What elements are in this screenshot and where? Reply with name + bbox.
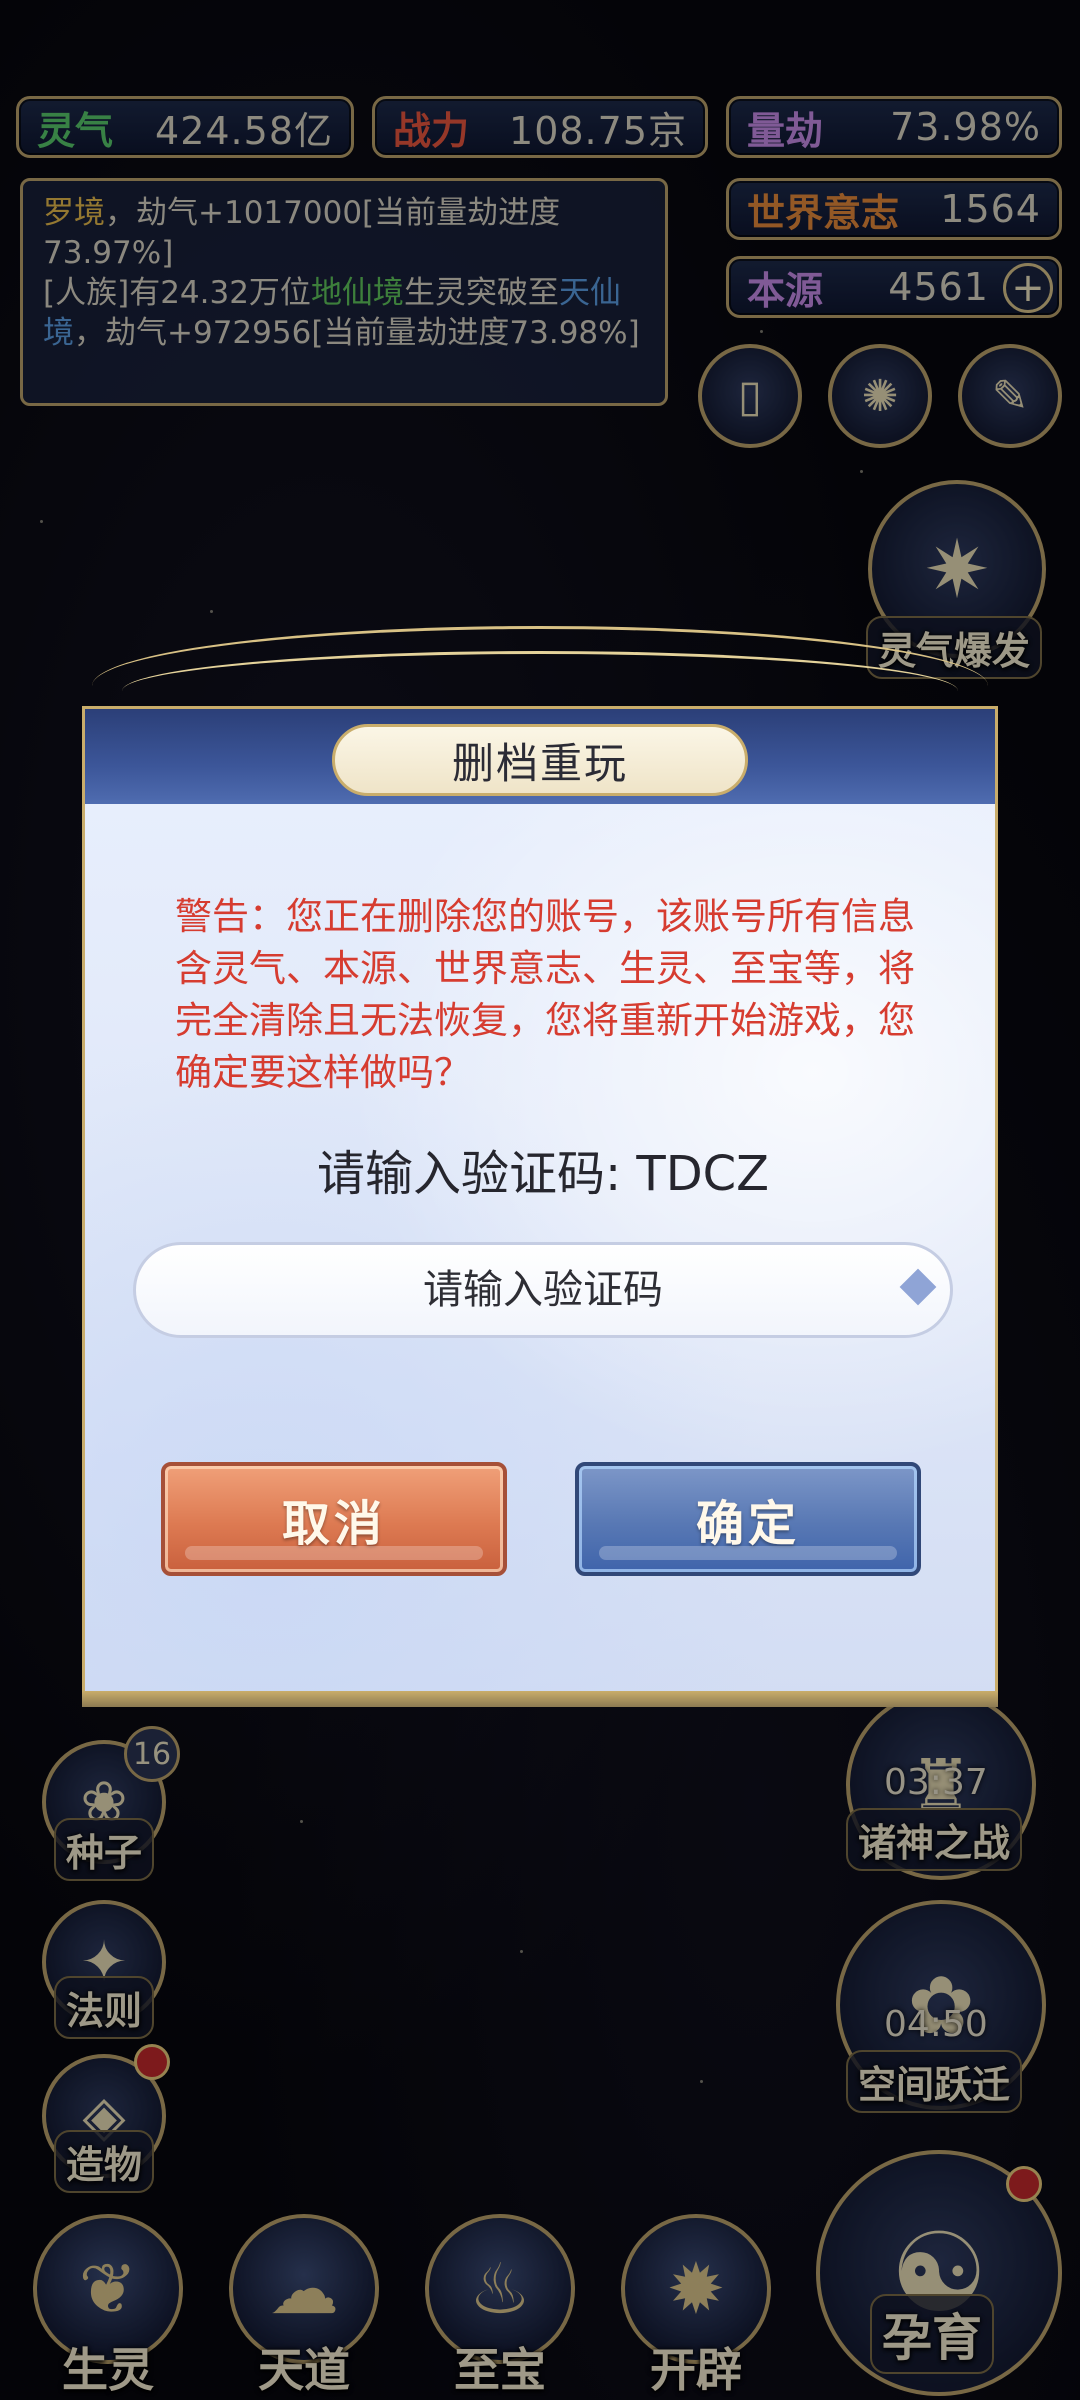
- dialog-bottom-edge: [82, 1691, 998, 1707]
- delete-account-dialog: 删档重玩 警告：您正在删除您的账号，该账号所有信息含灵气、本源、世界意志、生灵、…: [82, 626, 998, 1707]
- dialog-title: 删档重玩: [332, 724, 748, 796]
- confirm-button[interactable]: 确定: [575, 1462, 921, 1576]
- verification-code-input[interactable]: [133, 1242, 953, 1338]
- cancel-button[interactable]: 取消: [161, 1462, 507, 1576]
- game-screen: 灵气 424.58亿 战力 108.75京 量劫 73.98% 世界意志 156…: [0, 0, 1080, 2400]
- warning-text: 警告：您正在删除您的账号，该账号所有信息含灵气、本源、世界意志、生灵、至宝等，将…: [175, 895, 915, 1094]
- dialog-body: 警告：您正在删除您的账号，该账号所有信息含灵气、本源、世界意志、生灵、至宝等，将…: [82, 804, 998, 1702]
- verification-code-prompt: 请输入验证码: TDCZ: [316, 1146, 770, 1202]
